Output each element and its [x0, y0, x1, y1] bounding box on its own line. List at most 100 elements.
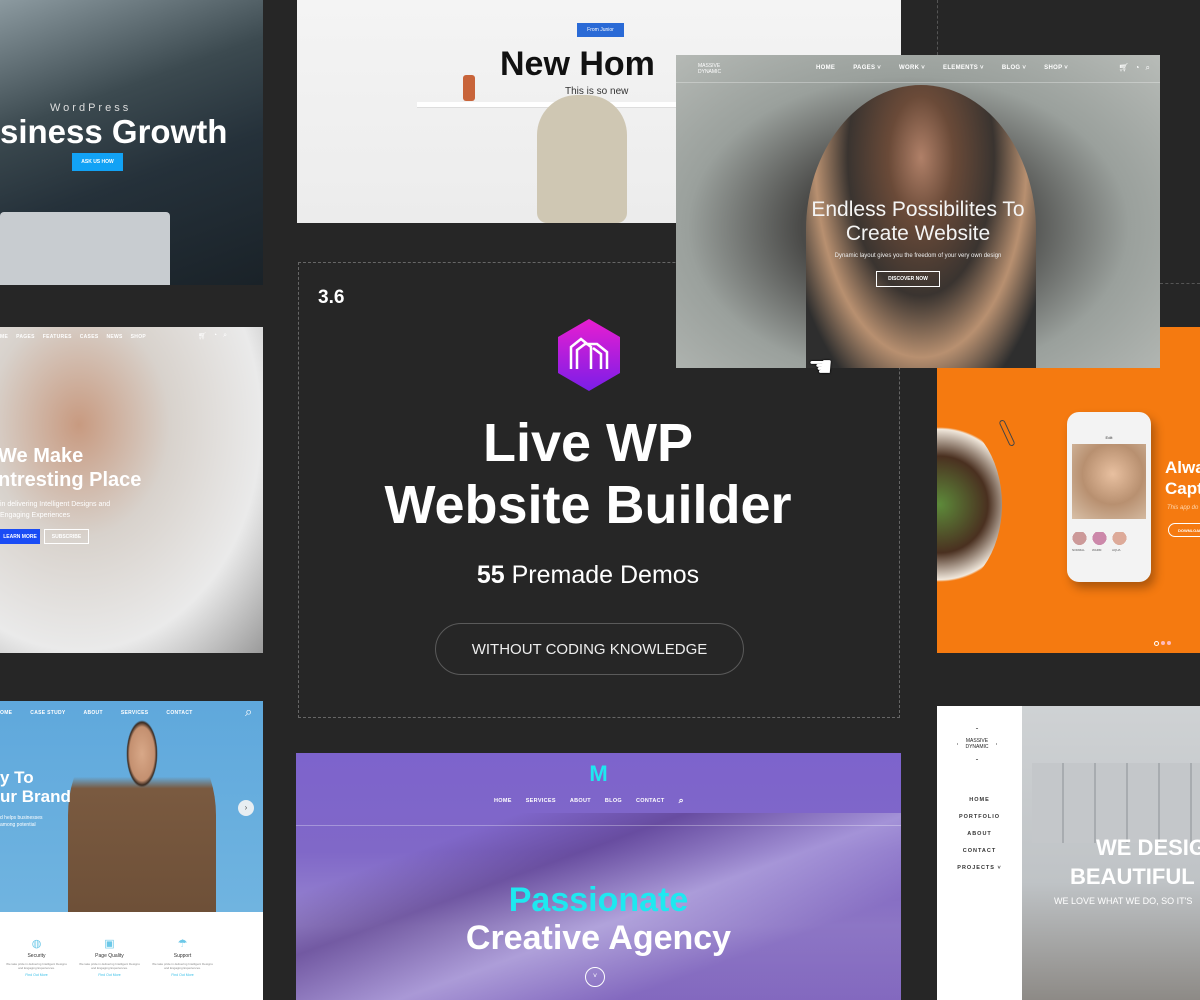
feature-page-quality: ▣ Page Quality We take pride in deliveri… [73, 937, 146, 977]
nav-contact[interactable]: CONTACT [636, 798, 665, 806]
man-smiling [68, 719, 216, 912]
app-text: This app do [1167, 505, 1199, 511]
globe-icon: ◍ [31, 938, 42, 950]
nav-home[interactable]: ME [0, 334, 8, 340]
nav-pages[interactable]: PAGES [16, 334, 35, 340]
hero-title: We Make ntresting Place [0, 445, 142, 491]
top-nav: ME PAGES FEATURES CASES NEWS SHOP [0, 334, 146, 340]
layout-icon: ▣ [104, 938, 115, 950]
dashed-guide-right [1160, 283, 1200, 284]
nav-about[interactable]: ABOUT [937, 826, 1022, 843]
nav-home[interactable]: OME [0, 710, 12, 716]
no-coding-button[interactable]: WITHOUT CODING KNOWLEDGE [435, 623, 744, 675]
nav-services[interactable]: SERVICES [121, 710, 149, 716]
nav-home[interactable]: HOME [937, 792, 1022, 809]
hero-title: Endless Possibilites To Create Website [811, 198, 1025, 245]
nav-elements[interactable]: ELEMENTS ˅ [943, 65, 984, 71]
hero-title: New Hom [500, 45, 655, 83]
feature-security: ◍ Security We take pride in delivering I… [0, 937, 73, 977]
demo-creative-agency[interactable]: M HOME SERVICES ABOUT BLOG CONTACT ⌕ Pas… [296, 753, 901, 1000]
nav-home[interactable]: HOME [494, 798, 512, 806]
nav-about[interactable]: ABOUT [84, 710, 103, 716]
hero-text: d helps businesses among potential [0, 815, 43, 828]
nav-divider [676, 82, 1160, 83]
umbrella-icon: ☂ [177, 938, 188, 950]
find-out-more-link[interactable]: Find Out More [73, 973, 146, 977]
nav-contact[interactable]: CONTACT [937, 843, 1022, 860]
hero-title: siness Growth [0, 113, 228, 150]
version-label: 3.6 [318, 287, 345, 308]
search-icon[interactable]: ⌕ [223, 332, 227, 340]
nav-portfolio[interactable]: PORTFOLIO [937, 809, 1022, 826]
filter-normal[interactable]: NORMAL [1072, 532, 1087, 552]
nav-cases[interactable]: CASES [80, 334, 99, 340]
dashed-guide-top [937, 0, 938, 55]
next-arrow-button[interactable]: › [238, 800, 254, 816]
slider-dots[interactable] [1154, 641, 1171, 646]
features: ◍ Security We take pride in delivering I… [0, 937, 263, 977]
nav-blog[interactable]: BLOG ˅ [1002, 65, 1026, 71]
nav-case-study[interactable]: CASE STUDY [30, 710, 65, 716]
paperclip [998, 419, 1016, 447]
search-icon[interactable]: ⌕ [679, 795, 684, 806]
nav-features[interactable]: FEATURES [43, 334, 72, 340]
filter-warm[interactable]: WARM [1092, 532, 1107, 552]
nav-about[interactable]: ABOUT [570, 798, 591, 806]
cart-icon[interactable]: 🛒︎ [1119, 63, 1129, 73]
hero-title: WE DESIG BEAUTIFUL [1070, 835, 1200, 889]
hand-cursor-icon: ☚ [808, 351, 834, 382]
vase [463, 75, 475, 101]
find-out-more-link[interactable]: Find Out More [0, 973, 73, 977]
demo-business-growth[interactable]: WordPress siness Growth ASK US HOW [0, 0, 263, 285]
hero-title: Creative Agency [465, 919, 732, 957]
nav-pages[interactable]: PAGES ˅ [853, 65, 881, 71]
phone: Edit NORMAL WARM AQUA [1067, 412, 1151, 582]
nav-blog[interactable]: BLOG [605, 798, 622, 806]
massive-dynamic-badge-logo[interactable]: MASSIVE DYNAMIC [957, 728, 997, 760]
find-out-more-link[interactable]: Find Out More [146, 973, 219, 977]
search-icon[interactable]: ⌕ [245, 704, 252, 720]
demo-massive-dynamic[interactable]: MASSIVE DYNAMIC HOME PAGES ˅ WORK ˅ ELEM… [676, 55, 1160, 368]
nav-services[interactable]: SERVICES [526, 798, 556, 806]
demo-your-brand[interactable]: OME CASE STUDY ABOUT SERVICES CONTACT ⌕ … [0, 701, 263, 1000]
nav-shop[interactable]: SHOP ˅ [1044, 65, 1068, 71]
from-junior-badge[interactable]: From Junior [577, 23, 624, 37]
headline: Live WP Website Builder [298, 412, 878, 536]
headline-line2: Website Builder [384, 475, 792, 535]
sidebar: MASSIVE DYNAMIC HOME PORTFOLIO ABOUT CON… [937, 706, 1022, 1000]
cart-icon[interactable]: 🛒︎ [198, 332, 207, 340]
bell-icon[interactable]: ◔ [1135, 63, 1140, 73]
nav-contact[interactable]: CONTACT [166, 710, 192, 716]
top-nav: OME CASE STUDY ABOUT SERVICES CONTACT [0, 710, 193, 716]
plant [937, 417, 1002, 592]
chair [537, 95, 627, 223]
learn-more-button[interactable]: LEARN MORE [0, 529, 40, 544]
bell-icon[interactable]: ◔ [213, 332, 217, 340]
ask-us-button[interactable]: ASK US HOW [72, 153, 123, 171]
hero-title: y To ur Brand [0, 768, 71, 806]
scroll-down-button[interactable]: ˅ [585, 967, 605, 987]
nav-news[interactable]: NEWS [106, 334, 122, 340]
top-nav: HOME PAGES ˅ WORK ˅ ELEMENTS ˅ BLOG ˅ SH… [816, 65, 1068, 71]
discover-button[interactable]: DISCOVER NOW [876, 271, 940, 287]
nav-projects[interactable]: PROJECTS ˅ [937, 860, 1022, 877]
demos-line: 55 Premade Demos [298, 561, 878, 590]
nav-work[interactable]: WORK ˅ [899, 65, 925, 71]
cabinets [1032, 763, 1200, 843]
subscribe-button[interactable]: SUBSCRIBE [44, 529, 89, 544]
demos-count: 55 [476, 561, 505, 589]
nav-home[interactable]: HOME [816, 65, 835, 71]
filter-aqua[interactable]: AQUA [1112, 532, 1127, 552]
builder-logo-icon [558, 319, 620, 391]
agency-logo[interactable]: M [296, 761, 901, 787]
nav-shop[interactable]: SHOP [131, 334, 146, 340]
massive-dynamic-logo[interactable]: MASSIVE DYNAMIC [698, 63, 738, 75]
demo-app[interactable]: Edit NORMAL WARM AQUA Alwa Capt This app… [937, 327, 1200, 653]
demo-we-design[interactable]: MASSIVE DYNAMIC HOME PORTFOLIO ABOUT CON… [937, 706, 1200, 1000]
download-button[interactable]: DOWNLOAD [1168, 523, 1200, 537]
demo-interesting-place[interactable]: ME PAGES FEATURES CASES NEWS SHOP 🛒︎ ◔ ⌕ W… [0, 327, 263, 653]
demos-label: Premade Demos [511, 561, 700, 589]
hero-text: in delivering Intelligent Designs and En… [0, 501, 111, 519]
laptop [0, 212, 170, 285]
search-icon[interactable]: ⌕ [1146, 63, 1150, 73]
